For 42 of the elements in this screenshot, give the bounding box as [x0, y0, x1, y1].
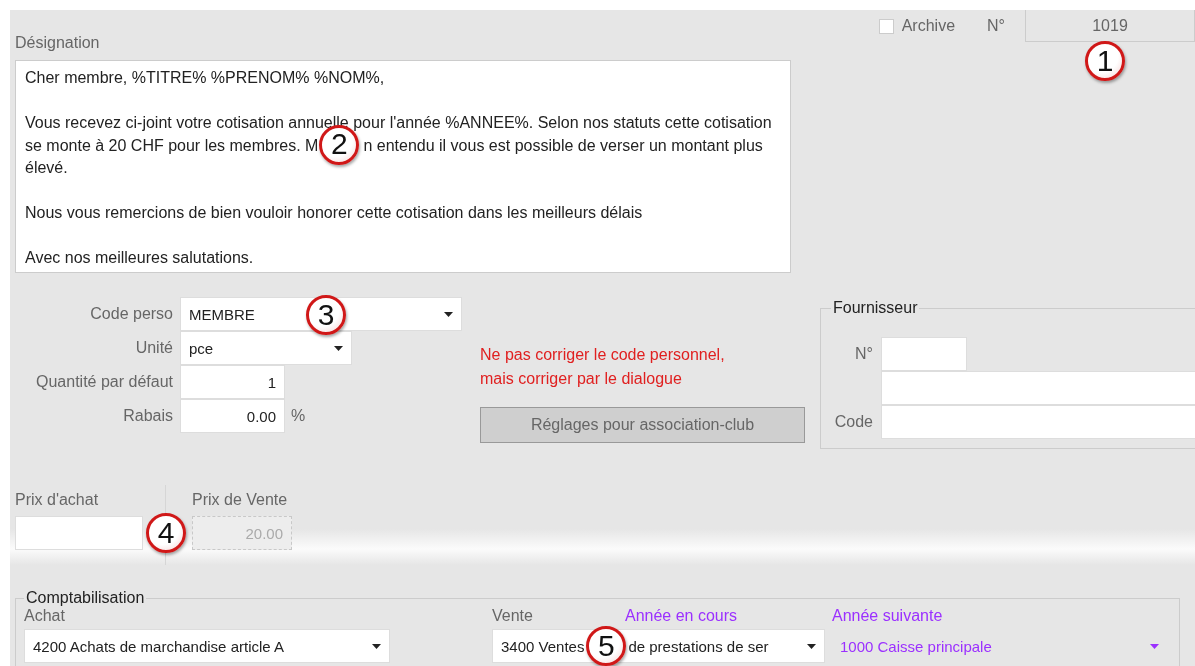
purchase-account-combo[interactable]: 4200 Achats de marchandise article A: [24, 629, 390, 663]
supplier-title: Fournisseur: [832, 299, 919, 317]
percent-label: %: [291, 407, 306, 425]
archive-checkbox[interactable]: [878, 18, 894, 34]
supplier-code-field[interactable]: [881, 405, 1195, 439]
warning-text: Ne pas corriger le code personnel,: [480, 345, 726, 365]
supplier-number-field[interactable]: [881, 337, 967, 371]
number-field[interactable]: 1019: [1025, 10, 1195, 42]
field-label: Code perso: [89, 305, 173, 323]
next-year-label: Année suivante: [832, 607, 944, 625]
purchase-label: Achat: [24, 607, 66, 625]
supplier-name-field[interactable]: [881, 371, 1195, 405]
warning-text: mais corriger par le dialogue: [480, 369, 683, 389]
sale-label: Vente: [492, 607, 534, 625]
supplier-number-label: N°: [854, 345, 873, 363]
caret-icon: [807, 643, 816, 649]
field-label: Quantité par défaut: [35, 373, 173, 391]
accounting-title: Comptabilisation: [25, 589, 146, 607]
sale-account-combo[interactable]: 3400 Ventes 5 de prestations de ser: [492, 629, 825, 663]
callout-badge: 5: [586, 626, 627, 666]
field-label: Unité: [134, 339, 173, 357]
supplier-code-label: Code: [833, 413, 873, 431]
callout-badge: 1: [1085, 41, 1125, 81]
archive-label: Archive: [901, 17, 956, 35]
current-year-label: Année en cours: [625, 607, 739, 625]
caret-icon: [1150, 643, 1159, 649]
field-label: Rabais: [122, 407, 173, 425]
settings-button[interactable]: Réglages pour association-club: [480, 407, 805, 443]
combo-box[interactable]: pce: [180, 331, 352, 365]
number-label: N°: [987, 17, 1005, 35]
designation-label: Désignation: [15, 34, 100, 52]
callout-badge: 3: [306, 295, 346, 335]
price-field[interactable]: [15, 516, 143, 550]
number-field[interactable]: 0.00: [180, 399, 285, 433]
number-field[interactable]: 1: [180, 365, 285, 399]
callout-badge: 4: [146, 513, 186, 553]
caret-icon: [334, 345, 343, 351]
caret-icon: [372, 643, 381, 649]
price-label: Prix de Vente: [192, 491, 289, 509]
price-label: Prix d'achat: [15, 491, 100, 509]
next-year-account-combo[interactable]: 1000 Caisse principale: [832, 629, 1167, 663]
caret-icon: [444, 311, 453, 317]
